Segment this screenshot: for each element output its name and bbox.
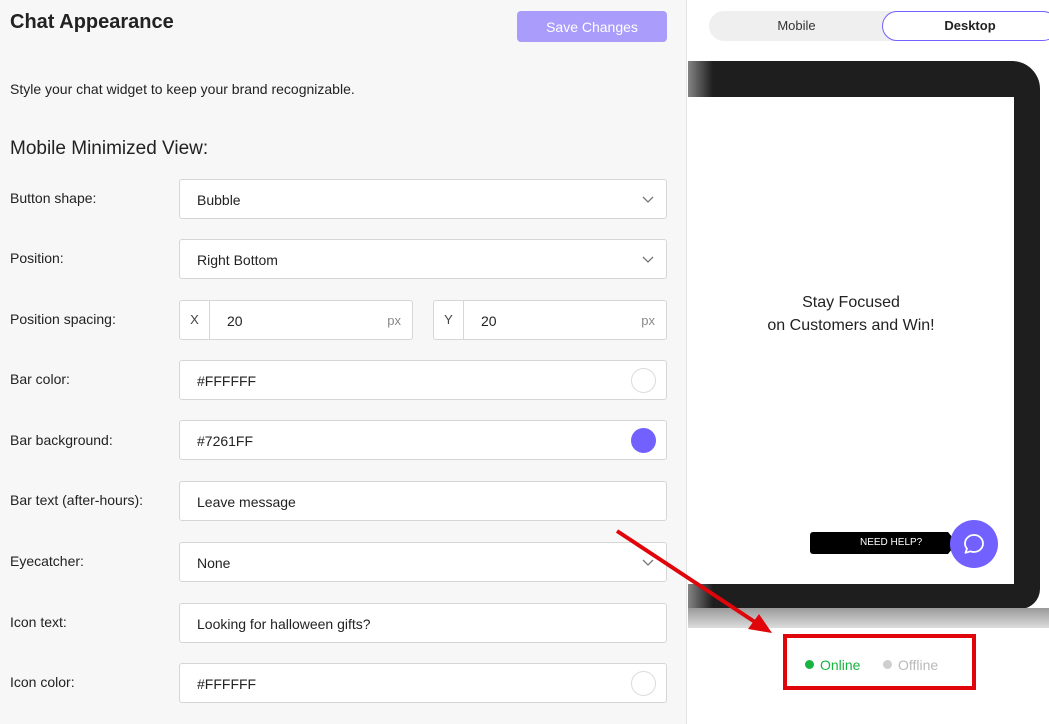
spacing-x-value: 20: [227, 313, 243, 329]
need-help-label: NEED HELP?: [810, 532, 957, 554]
bar-color-swatch[interactable]: [631, 368, 656, 393]
tab-mobile[interactable]: Mobile: [709, 11, 884, 41]
laptop-base: [688, 608, 1049, 628]
tab-desktop[interactable]: Desktop: [882, 11, 1049, 41]
chevron-down-icon: [642, 196, 654, 203]
bar-text-label: Bar text (after-hours):: [10, 492, 144, 508]
bar-color-value: #FFFFFF: [197, 373, 257, 389]
status-offline[interactable]: Offline: [883, 657, 938, 673]
spacing-y-input[interactable]: Y 20 px: [433, 300, 667, 340]
icon-color-label: Icon color:: [10, 674, 75, 690]
chat-bubble-icon: [964, 534, 984, 554]
eyecatcher-value: None: [197, 555, 231, 571]
bar-text-value: Leave message: [197, 494, 296, 510]
hero-line-1: Stay Focused: [802, 294, 900, 311]
bar-color-label: Bar color:: [10, 371, 70, 387]
position-select[interactable]: Right Bottom: [179, 239, 667, 279]
laptop-screen: Stay Focused on Customers and Win! NEED …: [688, 97, 1014, 584]
spacing-x-unit: px: [387, 313, 401, 328]
spacing-y-value: 20: [481, 313, 497, 329]
eyecatcher-label: Eyecatcher:: [10, 553, 84, 569]
section-title: Mobile Minimized View:: [10, 138, 209, 159]
status-online-label: Online: [820, 657, 861, 673]
settings-panel: Chat Appearance Save Changes Style your …: [0, 0, 687, 724]
status-offline-label: Offline: [898, 657, 939, 673]
icon-text-value: Looking for halloween gifts?: [197, 616, 371, 632]
icon-color-swatch[interactable]: [631, 671, 656, 696]
bar-background-swatch[interactable]: [631, 428, 656, 453]
position-spacing-label: Position spacing:: [10, 311, 116, 327]
preview-panel: Mobile Desktop Stay Focused on Customers…: [688, 0, 1049, 724]
spacing-y-axis-label: Y: [434, 301, 464, 339]
bar-text-input[interactable]: Leave message: [179, 481, 667, 521]
hero-line-2: on Customers and Win!: [767, 317, 935, 334]
position-label: Position:: [10, 250, 64, 266]
chat-launcher-button[interactable]: [950, 520, 998, 568]
bar-background-label: Bar background:: [10, 432, 113, 448]
preview-hero: Stay Focused on Customers and Win!: [688, 291, 1014, 337]
bar-background-input[interactable]: #7261FF: [179, 420, 667, 460]
eyecatcher-select[interactable]: None: [179, 542, 667, 582]
position-value: Right Bottom: [197, 252, 278, 268]
offline-dot-icon: [883, 660, 892, 669]
save-changes-button[interactable]: Save Changes: [517, 11, 667, 42]
status-highlight-box: Online Offline: [783, 634, 976, 690]
page-title: Chat Appearance: [10, 11, 174, 33]
online-dot-icon: [805, 660, 814, 669]
button-shape-value: Bubble: [197, 192, 241, 208]
button-shape-select[interactable]: Bubble: [179, 179, 667, 219]
spacing-y-unit: px: [641, 313, 655, 328]
bar-color-input[interactable]: #FFFFFF: [179, 360, 667, 400]
spacing-x-axis-label: X: [180, 301, 210, 339]
icon-color-value: #FFFFFF: [197, 676, 257, 692]
icon-text-input[interactable]: Looking for halloween gifts?: [179, 603, 667, 643]
chevron-down-icon: [642, 559, 654, 566]
icon-text-label: Icon text:: [10, 614, 67, 630]
page-subtitle: Style your chat widget to keep your bran…: [10, 81, 355, 97]
icon-color-input[interactable]: #FFFFFF: [179, 663, 667, 703]
status-online[interactable]: Online: [805, 657, 860, 673]
device-toggle: Mobile Desktop: [709, 11, 1049, 41]
bar-background-value: #7261FF: [197, 433, 254, 449]
spacing-x-input[interactable]: X 20 px: [179, 300, 413, 340]
chevron-down-icon: [642, 256, 654, 263]
button-shape-label: Button shape:: [10, 190, 97, 206]
